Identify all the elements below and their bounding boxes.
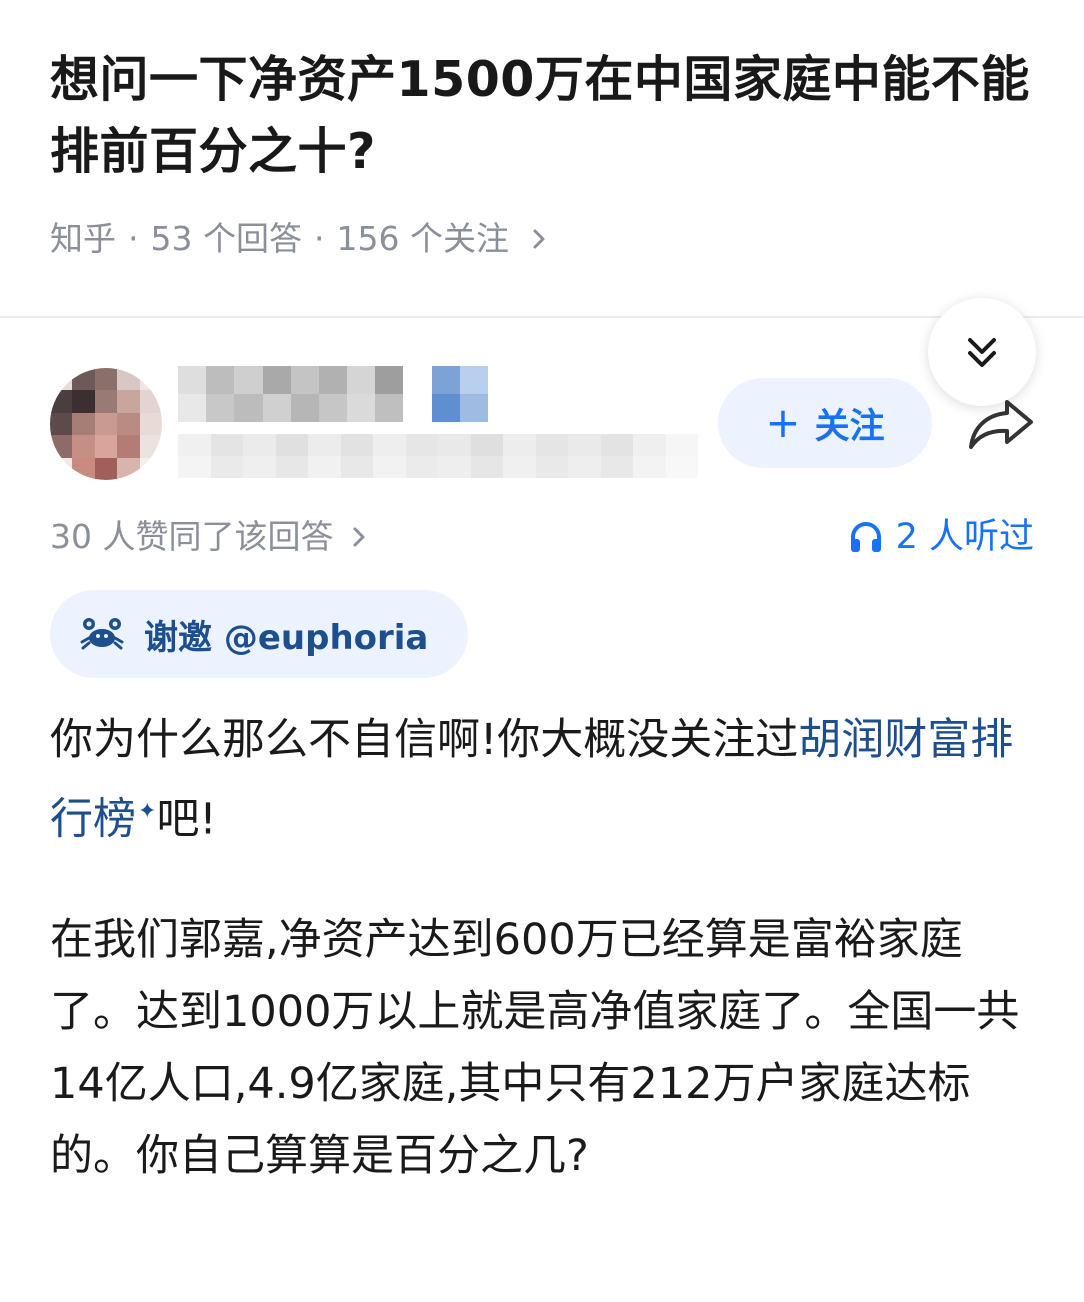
author-bio bbox=[178, 434, 698, 478]
double-chevron-down-icon bbox=[968, 338, 996, 367]
invite-tag[interactable]: 谢邀 @euphoria bbox=[50, 590, 468, 678]
follow-button[interactable]: + 关注 bbox=[718, 378, 932, 468]
author-name[interactable] bbox=[178, 366, 488, 422]
chevron-right-icon bbox=[527, 219, 555, 259]
answer-paragraph-2: 在我们郭嘉,净资产达到600万已经算是富裕家庭了。达到1000万以上就是高净值家… bbox=[50, 915, 1020, 1181]
avatar[interactable] bbox=[50, 368, 162, 480]
meta-separator: · bbox=[128, 219, 139, 258]
answer-paragraph-1: 你为什么那么不自信啊!你大概没关注过胡润财富排行榜✦吧! bbox=[50, 704, 1040, 855]
question-meta[interactable]: 知乎 · 53 个回答 · 156 个关注 bbox=[50, 214, 555, 264]
crab-icon bbox=[80, 618, 124, 650]
upvote-count: 30 人赞同了该回答 bbox=[50, 517, 334, 556]
headphones-icon bbox=[850, 522, 881, 552]
collapse-button[interactable] bbox=[928, 298, 1036, 406]
listen-count[interactable]: 2 人听过 bbox=[848, 512, 1034, 562]
upvote-summary[interactable]: 30 人赞同了该回答 bbox=[50, 512, 371, 562]
invite-label: 谢邀 @euphoria bbox=[144, 617, 429, 658]
answer-text: 你为什么那么不自信啊!你大概没关注过 bbox=[50, 715, 799, 765]
share-arrow-icon bbox=[969, 400, 1033, 449]
sparkle-icon: ✦ bbox=[138, 799, 157, 824]
follow-label: 关注 bbox=[814, 406, 885, 447]
source-label: 知乎 bbox=[50, 219, 116, 258]
plus-icon: + bbox=[765, 398, 801, 447]
share-button[interactable] bbox=[965, 394, 1037, 454]
answer-text-end: 吧! bbox=[156, 794, 217, 845]
listen-count-label: 2 人听过 bbox=[895, 517, 1034, 557]
chevron-right-icon bbox=[347, 517, 371, 557]
section-divider bbox=[0, 316, 1084, 318]
question-title[interactable]: 想问一下净资产1500万在中国家庭中能不能排前百分之十? bbox=[50, 44, 1050, 188]
follower-count: 156 个关注 bbox=[336, 219, 509, 258]
meta-separator: · bbox=[313, 219, 325, 258]
answer-count: 53 个回答 bbox=[150, 219, 302, 258]
